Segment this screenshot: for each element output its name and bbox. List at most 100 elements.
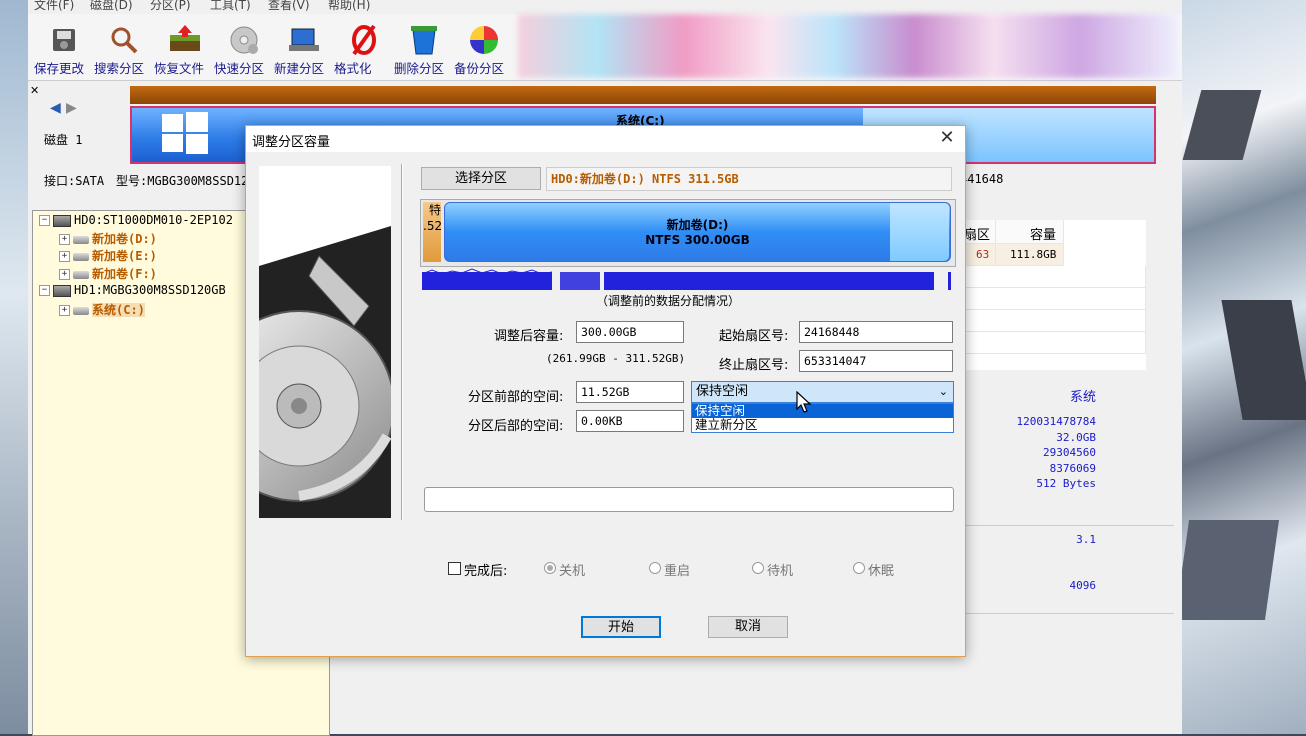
disk-interface: 接口:SATA	[44, 174, 105, 188]
delete-partition-button[interactable]: 删除分区	[394, 24, 454, 80]
select-partition-button[interactable]: 选择分区	[421, 167, 541, 190]
prop-value: 8376069	[1049, 461, 1096, 475]
new-partition-button[interactable]: 新建分区	[274, 24, 334, 80]
chevron-down-icon: ⌄	[938, 385, 948, 398]
radio-hibernate[interactable]	[853, 562, 865, 574]
dialog-titlebar[interactable]: 调整分区容量 ✕	[246, 126, 965, 152]
free-space-action-select[interactable]: 保持空闲 ⌄	[691, 381, 954, 403]
next-disk-icon[interactable]: ▶	[66, 100, 77, 116]
restore-icon	[168, 24, 200, 56]
format-button[interactable]: 格式化	[334, 24, 394, 80]
prop-value: 120031478784	[1016, 415, 1096, 428]
desktop-wallpaper-left	[0, 0, 28, 734]
start-sector-input[interactable]: 24168448	[799, 321, 953, 343]
desktop-wallpaper-right	[1174, 0, 1306, 734]
prop-value: 32.0GB	[1056, 430, 1096, 444]
collapse-icon[interactable]: −	[39, 215, 50, 226]
column-header-label: 容量	[1030, 228, 1057, 243]
save-changes-button[interactable]: 保存更改	[34, 24, 94, 80]
search-icon	[108, 24, 140, 56]
close-icon[interactable]: ✕	[936, 128, 958, 150]
radio-restart[interactable]	[649, 562, 661, 574]
search-partition-label: 搜索分区	[94, 61, 145, 76]
disk-sector-info: 441648	[960, 172, 1004, 186]
volume-icon	[73, 270, 89, 279]
resize-partition-dialog: 调整分区容量 ✕ 选择分区 HD0:新加卷(D:) NTFS 311.5GB 特…	[245, 125, 966, 657]
radio-restart-label: 重启	[664, 564, 691, 579]
prev-disk-icon[interactable]: ◀	[50, 100, 61, 116]
tree-item-label: 系统(C:)	[92, 303, 145, 317]
format-icon	[348, 24, 380, 56]
prop-value: 29304560	[1043, 446, 1096, 459]
menu-partition[interactable]: 分区(P)	[150, 0, 191, 13]
table-cell[interactable]: 111.8GB	[996, 244, 1064, 266]
cell-value: 111.8GB	[1010, 248, 1057, 261]
after-complete-checkbox[interactable]	[448, 562, 461, 575]
select-value: 保持空闲	[696, 384, 749, 399]
restore-files-label: 恢复文件	[154, 61, 205, 76]
new-size-input[interactable]: 300.00GB	[576, 321, 684, 343]
expand-icon[interactable]: +	[59, 305, 70, 316]
partition-segment-text: 新加卷(D:) NTFS 300.00GB	[444, 218, 951, 248]
close-disk-panel-icon[interactable]: ✕	[30, 84, 39, 97]
volume-icon	[73, 306, 89, 315]
prop-version: 3.1	[1076, 533, 1096, 546]
end-sector-input[interactable]: 653314047	[799, 350, 953, 372]
disk-label: 磁盘 1	[44, 133, 83, 147]
quick-partition-button[interactable]: 快速分区	[214, 24, 274, 80]
divider	[964, 613, 1174, 614]
radio-shutdown[interactable]	[544, 562, 556, 574]
start-sector-label: 起始扇区号:	[719, 329, 789, 344]
after-complete-label: 完成后:	[464, 564, 508, 579]
restore-files-button[interactable]: 恢复文件	[154, 24, 214, 80]
dropdown-list: 保持空闲 建立新分区	[691, 403, 954, 433]
tree-item-system-c[interactable]: + 系统(C:)	[59, 301, 145, 319]
after-space-input[interactable]: 0.00KB	[576, 410, 684, 432]
radio-standby[interactable]	[752, 562, 764, 574]
menu-tools[interactable]: 工具(T)	[210, 0, 251, 13]
menu-disk[interactable]: 磁盘(D)	[90, 0, 133, 13]
dropdown-option-keep-free[interactable]: 保持空闲	[692, 404, 953, 418]
tree-item-volume-e[interactable]: + 新加卷(E:)	[59, 247, 157, 265]
advertisement-banner[interactable]	[518, 14, 1178, 78]
quick-partition-label: 快速分区	[214, 61, 265, 76]
free-space-before-segment[interactable]: 特 .52	[423, 202, 441, 262]
tree-item-volume-d[interactable]: + 新加卷(D:)	[59, 230, 157, 248]
menu-help[interactable]: 帮助(H)	[328, 0, 370, 13]
delete-partition-label: 删除分区	[394, 61, 445, 76]
divider	[964, 525, 1174, 526]
disk-genius-logo-image	[259, 166, 391, 518]
before-space-label: 分区前部的空间:	[468, 390, 564, 405]
collapse-icon[interactable]: −	[39, 285, 50, 296]
cancel-button[interactable]: 取消	[708, 616, 788, 638]
free-space-before-label: 特 .52	[423, 203, 441, 233]
dropdown-option-new-partition[interactable]: 建立新分区	[692, 418, 953, 432]
progress-bar	[424, 487, 954, 512]
tree-item-hd0[interactable]: − HD0:ST1000DM010-2EP102	[39, 213, 233, 231]
expand-icon[interactable]: +	[59, 251, 70, 262]
prop-cluster: 4096	[1069, 579, 1097, 592]
menu-view[interactable]: 查看(V)	[268, 0, 310, 13]
data-distribution-caption: （调整前的数据分配情况）	[596, 294, 741, 308]
start-button[interactable]: 开始	[581, 616, 661, 638]
radio-hibernate-label: 休眠	[868, 564, 895, 579]
new-size-label: 调整后容量:	[494, 329, 564, 344]
backup-icon	[468, 24, 500, 56]
tree-item-label: 新加卷(D:)	[92, 232, 157, 246]
radio-standby-label: 待机	[767, 564, 794, 579]
column-header-label: 扇区	[964, 228, 991, 243]
search-partition-button[interactable]: 搜索分区	[94, 24, 154, 80]
selected-partition-display: HD0:新加卷(D:) NTFS 311.5GB	[546, 167, 952, 191]
backup-partition-button[interactable]: 备份分区	[454, 24, 514, 80]
menu-file[interactable]: 文件(F)	[34, 0, 74, 13]
tree-item-volume-f[interactable]: + 新加卷(F:)	[59, 265, 157, 283]
expand-icon[interactable]: +	[59, 269, 70, 280]
tree-item-hd1[interactable]: − HD1:MGBG300M8SSD120GB	[39, 283, 226, 301]
cell-value: 63	[976, 248, 990, 261]
before-space-input[interactable]: 11.52GB	[576, 381, 684, 403]
end-sector-label: 终止扇区号:	[719, 358, 789, 373]
format-label: 格式化	[334, 61, 372, 76]
delete-icon	[408, 24, 440, 56]
new-partition-icon	[288, 24, 320, 56]
expand-icon[interactable]: +	[59, 234, 70, 245]
